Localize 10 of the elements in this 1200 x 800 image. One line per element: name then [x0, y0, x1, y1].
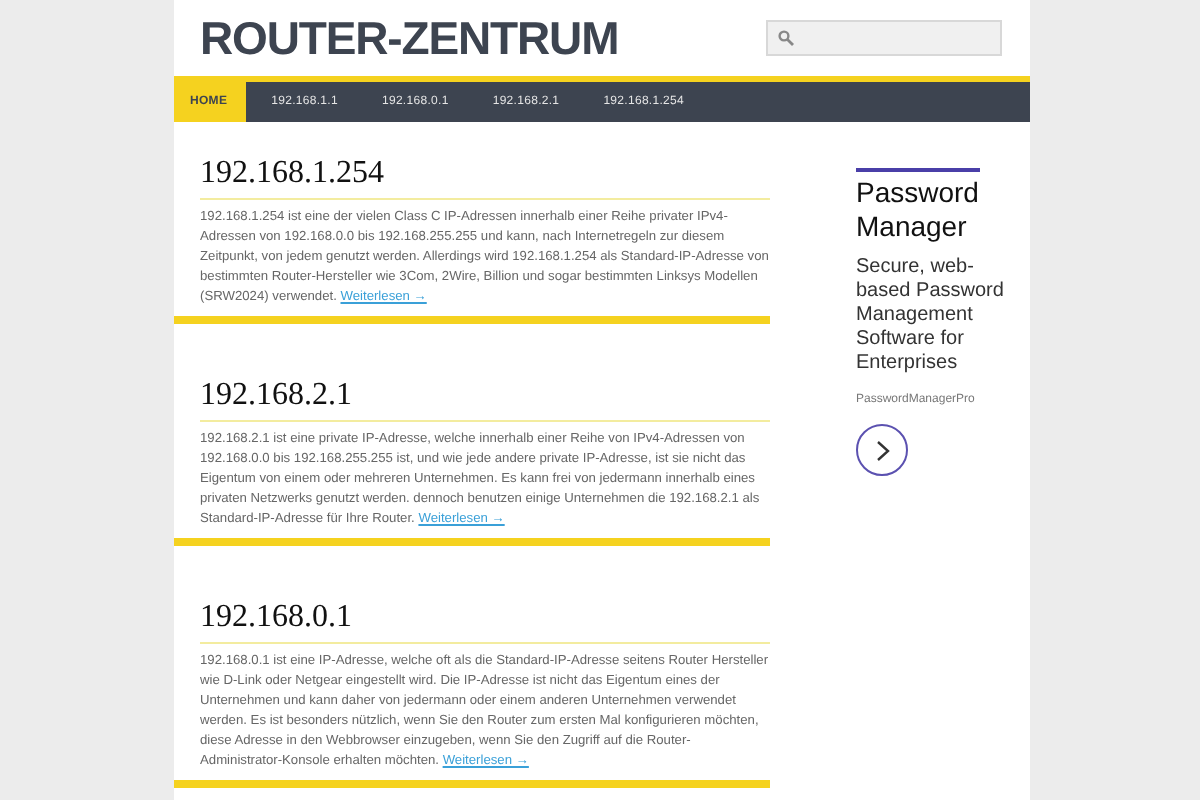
search-icon [778, 30, 794, 46]
chevron-icon [875, 439, 889, 461]
search-field[interactable] [766, 20, 1002, 56]
post-title[interactable]: 192.168.1.254 [200, 154, 770, 200]
ad-text: Secure, web-based Password Management Software for Enterprises [856, 256, 1004, 376]
post-title[interactable]: 192.168.0.1 [200, 598, 770, 644]
ad-headline[interactable]: Password Manager [856, 176, 1004, 244]
next-button[interactable] [856, 424, 908, 476]
post-title[interactable]: 192.168.2.1 [200, 376, 770, 422]
site-title[interactable]: ROUTER-ZENTRUM [200, 3, 619, 73]
